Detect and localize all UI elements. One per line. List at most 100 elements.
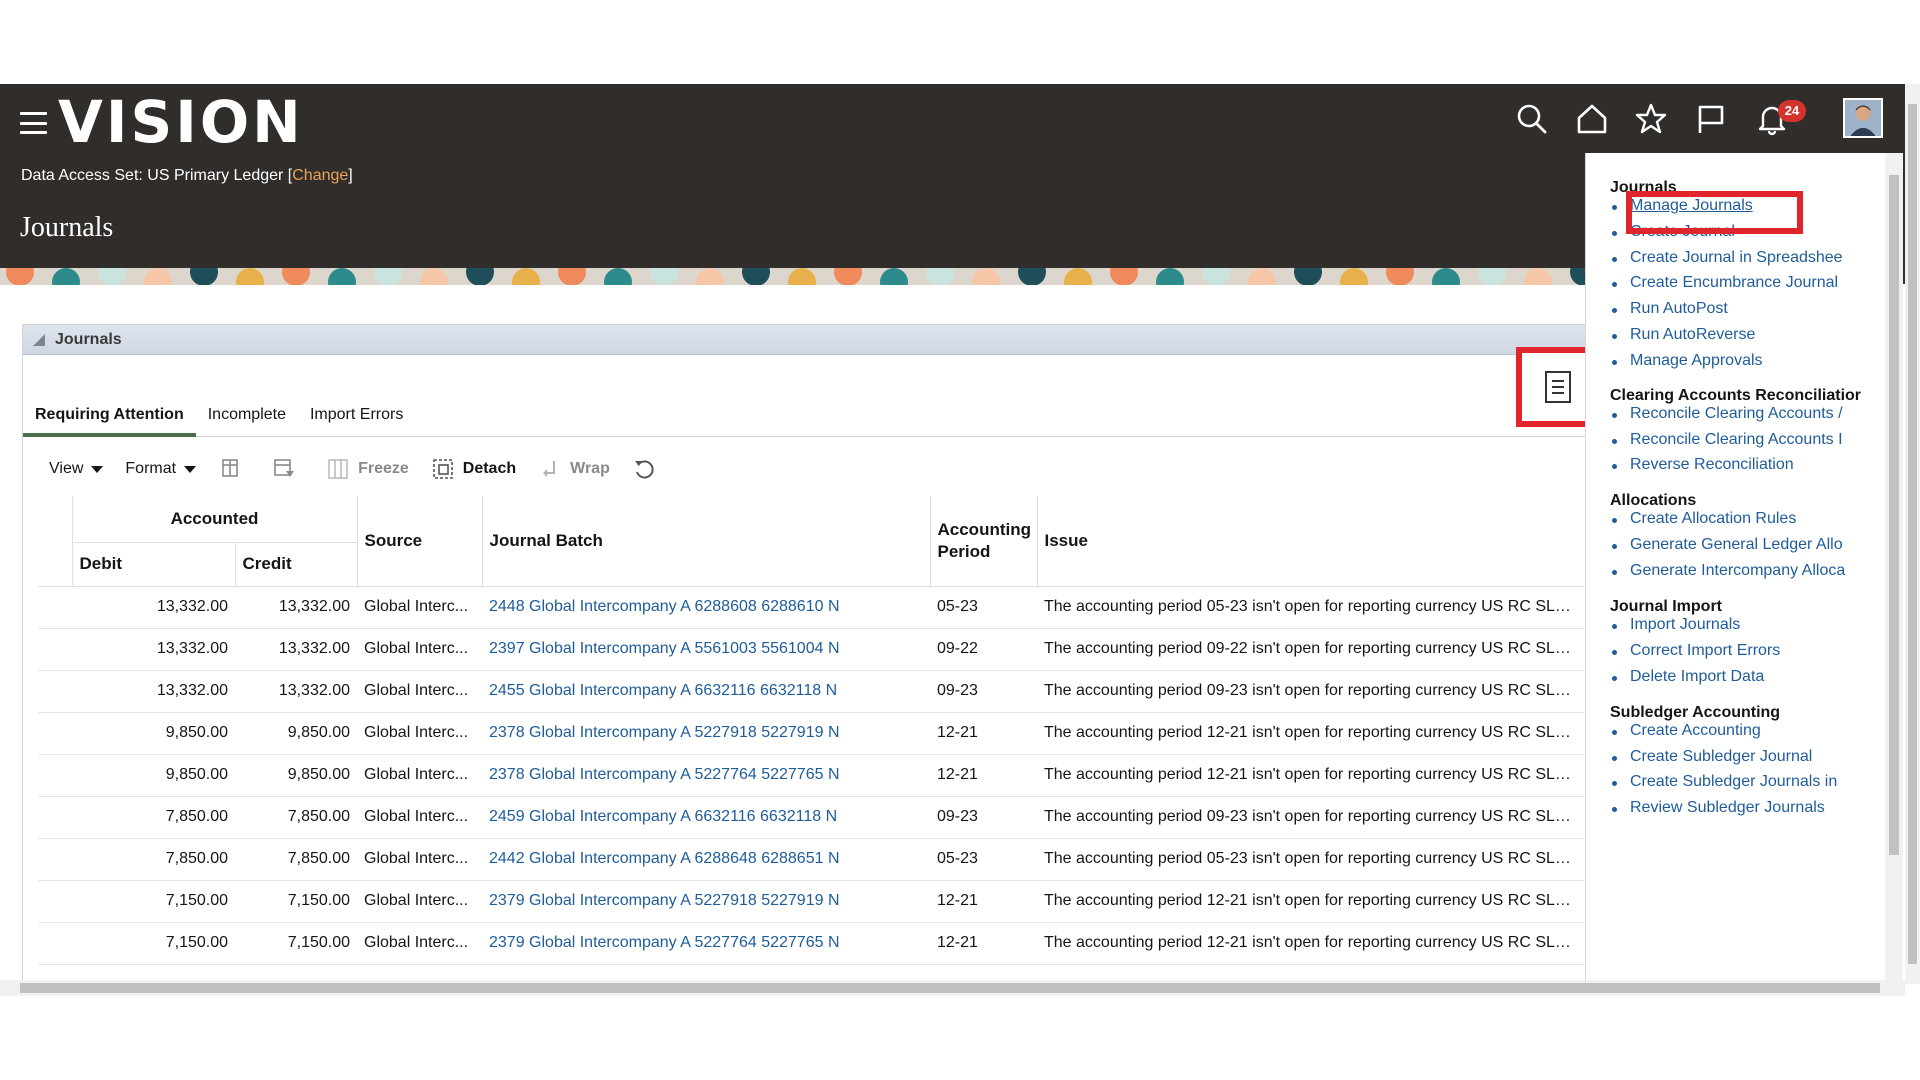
task-link[interactable]: Manage Approvals xyxy=(1612,352,1763,370)
debit-header[interactable]: Debit xyxy=(72,542,236,587)
task-link[interactable]: Review Subledger Journals xyxy=(1612,799,1825,817)
journal-batch-link[interactable]: 2397 Global Intercompany A 5561003 55610… xyxy=(482,628,930,671)
row-header-cell xyxy=(38,496,73,587)
task-link[interactable]: Correct Import Errors xyxy=(1611,642,1780,660)
row-selector-cell[interactable] xyxy=(38,586,72,629)
tab-import-errors[interactable]: Import Errors xyxy=(298,395,415,437)
debit-cell: 9,850.00 xyxy=(72,754,235,797)
table-row[interactable]: 7,150.00 7,150.00 Global Interc... 2379 Glo… xyxy=(38,880,1584,923)
tab-incomplete[interactable]: Incomplete xyxy=(196,395,298,437)
task-link[interactable]: Create Subledger Journal xyxy=(1611,748,1812,766)
table-row[interactable]: 7,850.00 7,850.00 Global Interc... 2459 Glo… xyxy=(38,796,1584,839)
journal-batch-header[interactable]: Journal Batch xyxy=(482,496,931,587)
search-icon[interactable] xyxy=(1515,102,1549,136)
credit-header[interactable]: Credit xyxy=(235,542,358,587)
collapse-icon[interactable] xyxy=(33,333,45,346)
journal-batch-link[interactable]: 2455 Global Intercompany A 6632116 66321… xyxy=(482,670,930,713)
source-cell: Global Interc... xyxy=(357,670,482,713)
credit-cell: 7,150.00 xyxy=(235,922,357,965)
format-menu[interactable]: Format xyxy=(125,460,197,478)
row-selector-cell[interactable] xyxy=(38,838,72,881)
table-row[interactable]: 7,850.00 7,850.00 Global Interc... 2442 Glo… xyxy=(38,838,1584,881)
app-logo[interactable]: VISION xyxy=(58,86,304,158)
task-link[interactable]: Create Journal in Spreadshee xyxy=(1612,249,1843,267)
credit-cell: 13,332.00 xyxy=(235,586,357,629)
refresh-icon[interactable] xyxy=(632,457,664,481)
task-link[interactable]: Import Journals xyxy=(1611,616,1740,634)
accounting-period-header[interactable]: Accounting Period xyxy=(930,496,1038,587)
journal-batch-link[interactable]: 2448 Global Intercompany A 6288608 62886… xyxy=(482,586,930,629)
debit-cell: 7,150.00 xyxy=(72,880,235,923)
issue-cell: The accounting period 12-21 isn't open f… xyxy=(1037,880,1584,923)
detach-button[interactable]: Detach xyxy=(431,457,516,481)
task-link[interactable]: Run AutoPost xyxy=(1612,300,1728,318)
horizontal-scrollbar-thumb[interactable] xyxy=(20,983,1880,993)
freeze-button[interactable]: Freeze xyxy=(326,457,409,481)
journal-batch-link[interactable]: 2379 Global Intercompany A 5227918 52279… xyxy=(482,880,930,923)
table-row[interactable]: 7,150.00 7,150.00 Global Interc... 2379 Glo… xyxy=(38,922,1584,965)
row-selector-cell[interactable] xyxy=(38,796,72,839)
source-cell: Global Interc... xyxy=(357,922,482,965)
row-selector-cell[interactable] xyxy=(38,754,72,797)
task-link[interactable]: Reconcile Clearing Accounts / xyxy=(1612,405,1843,423)
source-cell: Global Interc... xyxy=(357,586,482,629)
tasks-scrollbar[interactable] xyxy=(1885,153,1903,983)
task-link[interactable]: Create Accounting xyxy=(1612,722,1761,740)
table-row[interactable]: 9,850.00 9,850.00 Global Interc... 2378 Glo… xyxy=(38,754,1584,797)
columns-icon[interactable] xyxy=(218,457,250,481)
row-selector-cell[interactable] xyxy=(38,712,72,755)
task-link[interactable]: Reconcile Clearing Accounts I xyxy=(1612,431,1843,449)
star-icon[interactable] xyxy=(1634,102,1668,136)
period-cell: 05-23 xyxy=(930,586,1037,629)
tasks-scrollbar-thumb[interactable] xyxy=(1889,175,1899,855)
table-row[interactable]: 9,850.00 9,850.00 Global Interc... 2378 Glo… xyxy=(38,712,1584,755)
journal-batch-link[interactable]: 2378 Global Intercompany A 5227918 52279… xyxy=(482,712,930,755)
wrap-button[interactable]: Wrap xyxy=(538,457,610,481)
journal-batch-link[interactable]: 2459 Global Intercompany A 6632116 66321… xyxy=(482,796,930,839)
row-selector-cell[interactable] xyxy=(38,880,72,923)
page-scrollbar-thumb[interactable] xyxy=(1908,104,1917,964)
page-vertical-scrollbar[interactable] xyxy=(1905,84,1920,984)
page-title: Journals xyxy=(20,212,114,243)
tab-requiring-attention[interactable]: Requiring Attention xyxy=(23,395,196,437)
journal-batch-link[interactable]: 2378 Global Intercompany A 5227764 52277… xyxy=(482,754,930,797)
period-cell: 12-21 xyxy=(930,712,1037,755)
journal-batch-link[interactable]: 2442 Global Intercompany A 6288648 62886… xyxy=(482,838,930,881)
task-link[interactable]: Generate Intercompany Alloca xyxy=(1611,562,1845,580)
journal-batch-link[interactable]: 2379 Global Intercompany A 5227764 52277… xyxy=(482,922,930,965)
horizontal-scrollbar[interactable] xyxy=(0,980,1905,996)
task-link[interactable]: Run AutoReverse xyxy=(1611,326,1755,344)
data-access-set: Data Access Set: US Primary Ledger [Chan… xyxy=(21,167,353,184)
task-link[interactable]: Reverse Reconciliation xyxy=(1612,456,1794,474)
home-icon[interactable] xyxy=(1575,102,1609,136)
panel-header[interactable]: Journals xyxy=(23,325,1594,355)
debit-cell: 7,150.00 xyxy=(72,922,235,965)
row-selector-cell[interactable] xyxy=(38,628,72,671)
user-avatar[interactable] xyxy=(1843,98,1883,138)
issue-cell: The accounting period 05-23 isn't open f… xyxy=(1037,586,1584,629)
row-selector-cell[interactable] xyxy=(38,922,72,965)
table-row[interactable]: 13,332.00 13,332.00 Global Interc... 2455 G… xyxy=(38,670,1584,713)
task-link[interactable]: Create Subledger Journals in xyxy=(1611,773,1837,791)
navigator-menu-icon[interactable] xyxy=(20,112,47,134)
data-access-label: Data Access Set: xyxy=(21,167,143,184)
change-link[interactable]: Change xyxy=(292,167,348,184)
flag-icon[interactable] xyxy=(1694,102,1728,136)
issue-header[interactable]: Issue xyxy=(1037,496,1584,587)
journals-table: Accounted Source Journal Batch Accountin… xyxy=(38,496,1584,965)
data-access-value: US Primary Ledger xyxy=(147,167,284,184)
task-link[interactable]: Generate General Ledger Allo xyxy=(1612,536,1843,554)
source-header[interactable]: Source xyxy=(357,496,483,587)
table-row[interactable]: 13,332.00 13,332.00 Global Interc... 2448 G… xyxy=(38,586,1584,629)
query-by-example-icon[interactable] xyxy=(272,457,304,481)
freeze-label: Freeze xyxy=(358,460,409,477)
task-link[interactable]: Delete Import Data xyxy=(1611,668,1764,686)
view-menu[interactable]: View xyxy=(49,460,104,478)
issue-cell: The accounting period 12-21 isn't open f… xyxy=(1037,712,1584,755)
detach-label: Detach xyxy=(462,460,517,477)
task-link[interactable]: Create Encumbrance Journal xyxy=(1611,274,1838,292)
table-row[interactable]: 13,332.00 13,332.00 Global Interc... 2397 G… xyxy=(38,628,1584,671)
task-link[interactable]: Create Allocation Rules xyxy=(1611,510,1796,528)
row-selector-cell[interactable] xyxy=(38,670,72,713)
chevron-down-icon xyxy=(91,465,104,473)
